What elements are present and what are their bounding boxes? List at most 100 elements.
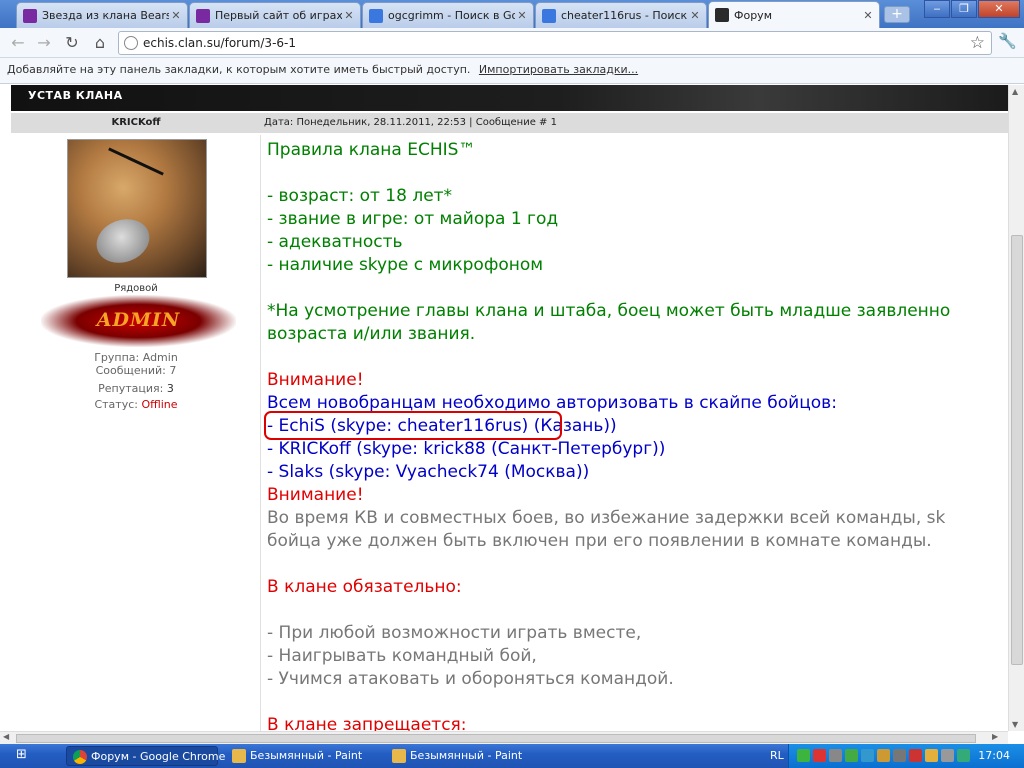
tray-bluetooth-icon[interactable] xyxy=(925,749,938,762)
user-messages: Сообщений: 7 xyxy=(95,364,177,377)
url-text: echis.clan.su/forum/3-6-1 xyxy=(143,36,296,50)
system-tray: 17:04 xyxy=(788,744,1024,768)
post-line: Внимание! xyxy=(267,370,364,390)
google-icon xyxy=(369,8,383,23)
user-status: Статус: Offline xyxy=(94,398,178,411)
scroll-thumb[interactable] xyxy=(16,734,976,743)
chrome-icon xyxy=(73,750,87,764)
close-window-button[interactable]: ✕ xyxy=(978,0,1020,18)
minimize-button[interactable]: ‒ xyxy=(924,0,950,18)
paint-icon xyxy=(232,749,246,763)
tab-4[interactable]: cheater116rus - Поиск в G ✕ xyxy=(535,2,707,28)
reputation-value[interactable]: 3 xyxy=(167,382,174,395)
windows-start-icon[interactable]: ⊞ xyxy=(16,747,54,765)
scroll-thumb[interactable] xyxy=(1011,235,1023,665)
post-line xyxy=(267,346,1008,369)
tab-title: Форум xyxy=(734,8,772,22)
post-line: - Slaks (skype: Vyacheck74 (Москва)) xyxy=(267,462,590,482)
author-panel: Рядовой ADMIN Группа: Admin Сообщений: 7… xyxy=(11,135,261,731)
avatar xyxy=(67,139,207,278)
purple-game-icon xyxy=(196,8,210,23)
scroll-left-icon[interactable]: ◀ xyxy=(3,732,9,741)
scroll-down-icon[interactable]: ▼ xyxy=(1012,720,1018,729)
taskbar: ⊞ Форум - Google Chrome Безымянный - Pai… xyxy=(0,744,1024,768)
bookmark-bar: Добавляйте на эту панель закладки, к кот… xyxy=(0,58,1024,84)
post-line: Внимание! xyxy=(267,485,364,505)
mouse-shape xyxy=(90,212,156,270)
tab-1[interactable]: Звезда из клана Bears™ ✕ xyxy=(16,2,188,28)
page-icon xyxy=(124,36,138,50)
post-line: Правила клана ECHIS™ xyxy=(267,140,476,160)
tray-check-icon[interactable] xyxy=(797,749,810,762)
task-paint-2[interactable]: Безымянный - Paint xyxy=(386,746,538,766)
tab-title: cheater116rus - Поиск в G xyxy=(561,9,688,22)
headset-mic xyxy=(108,147,164,176)
tab-strip: Звезда из клана Bears™ ✕ Первый сайт об … xyxy=(0,0,1024,28)
post-line: - наличие skype с микрофоном xyxy=(267,255,544,275)
purple-game-icon xyxy=(23,8,37,23)
wrench-icon[interactable]: 🔧 xyxy=(998,32,1017,50)
tray-skype-icon[interactable] xyxy=(861,749,874,762)
post-line: возраста и/или звания. xyxy=(267,324,476,344)
tab-title: Первый сайт об играх бе xyxy=(215,9,342,22)
browser-toolbar: ← → ↻ ⌂ echis.clan.su/forum/3-6-1 ☆ 🔧 xyxy=(0,28,1024,58)
reload-button[interactable]: ↻ xyxy=(60,32,84,54)
paint-icon xyxy=(392,749,406,763)
tray-speaker-icon[interactable] xyxy=(909,749,922,762)
scroll-up-icon[interactable]: ▲ xyxy=(1012,87,1018,96)
post-line xyxy=(267,277,1008,300)
tab-title: Звезда из клана Bears™ xyxy=(42,9,169,22)
tray-safely-remove-icon[interactable] xyxy=(941,749,954,762)
close-icon[interactable]: ✕ xyxy=(515,9,529,22)
post-line: *На усмотрение главы клана и штаба, боец… xyxy=(267,301,951,321)
post-line: Во время КВ и совместных боев, во избежа… xyxy=(267,508,946,528)
tray-antivirus-icon[interactable] xyxy=(813,749,826,762)
close-icon[interactable]: ✕ xyxy=(688,9,702,22)
maximize-button[interactable]: ❐ xyxy=(951,0,977,18)
tab-2[interactable]: Первый сайт об играх бе ✕ xyxy=(189,2,361,28)
home-button[interactable]: ⌂ xyxy=(88,32,112,54)
post-line xyxy=(267,691,1008,714)
post-line: В клане запрещается: xyxy=(267,715,467,731)
language-indicator[interactable]: RL xyxy=(770,744,784,768)
bookmark-hint: Добавляйте на эту панель закладки, к кот… xyxy=(7,63,471,76)
web-page: УСТАВ КЛАНА KRICKoff Дата: Понедельник, … xyxy=(0,85,1008,731)
tray-monitor-icon[interactable] xyxy=(893,749,906,762)
post-meta: Дата: Понедельник, 28.11.2011, 22:53 | С… xyxy=(264,117,557,128)
post-author[interactable]: KRICKoff xyxy=(11,113,261,133)
close-icon[interactable]: ✕ xyxy=(861,9,875,22)
post-line xyxy=(267,599,1008,622)
post-line: - Наигрывать командный бой, xyxy=(267,646,537,666)
google-icon xyxy=(542,8,556,23)
post-header: KRICKoff Дата: Понедельник, 28.11.2011, … xyxy=(11,113,1008,133)
tray-app-icon[interactable] xyxy=(877,749,890,762)
post-line: - При любой возможности играть вместе, xyxy=(267,623,642,643)
close-icon[interactable]: ✕ xyxy=(342,9,356,22)
user-rank: Рядовой xyxy=(114,283,158,294)
address-bar[interactable]: echis.clan.su/forum/3-6-1 ☆ xyxy=(118,31,992,55)
new-tab-button[interactable]: + xyxy=(884,6,910,23)
tray-network-icon[interactable] xyxy=(829,749,842,762)
tray-update-icon[interactable] xyxy=(845,749,858,762)
back-button[interactable]: ← xyxy=(6,32,30,54)
task-chrome[interactable]: Форум - Google Chrome xyxy=(66,746,225,766)
tab-5-active[interactable]: Форум ✕ xyxy=(708,1,880,28)
tab-title: ogcgrimm - Поиск в Google xyxy=(388,9,515,22)
user-reputation: Репутация: 3 xyxy=(98,382,174,395)
forum-icon xyxy=(715,8,729,22)
horizontal-scrollbar[interactable]: ◀ ▶ xyxy=(0,731,1008,744)
bookmark-star-icon[interactable]: ☆ xyxy=(970,32,985,54)
tab-3[interactable]: ogcgrimm - Поиск в Google ✕ xyxy=(362,2,534,28)
scroll-right-icon[interactable]: ▶ xyxy=(992,732,998,741)
close-icon[interactable]: ✕ xyxy=(169,9,183,22)
red-highlight-box xyxy=(264,411,562,440)
tray-misc-icon[interactable] xyxy=(957,749,970,762)
import-bookmarks-link[interactable]: Импортировать закладки... xyxy=(479,63,638,76)
post-line xyxy=(267,553,1008,576)
clock[interactable]: 17:04 xyxy=(978,744,1010,768)
task-paint-1[interactable]: Безымянный - Paint xyxy=(226,746,378,766)
post-line: - адекватность xyxy=(267,232,403,252)
post-line: бойца уже должен быть включен при его по… xyxy=(267,531,932,551)
forward-button[interactable]: → xyxy=(32,32,56,54)
vertical-scrollbar[interactable]: ▲ ▼ xyxy=(1008,85,1024,731)
